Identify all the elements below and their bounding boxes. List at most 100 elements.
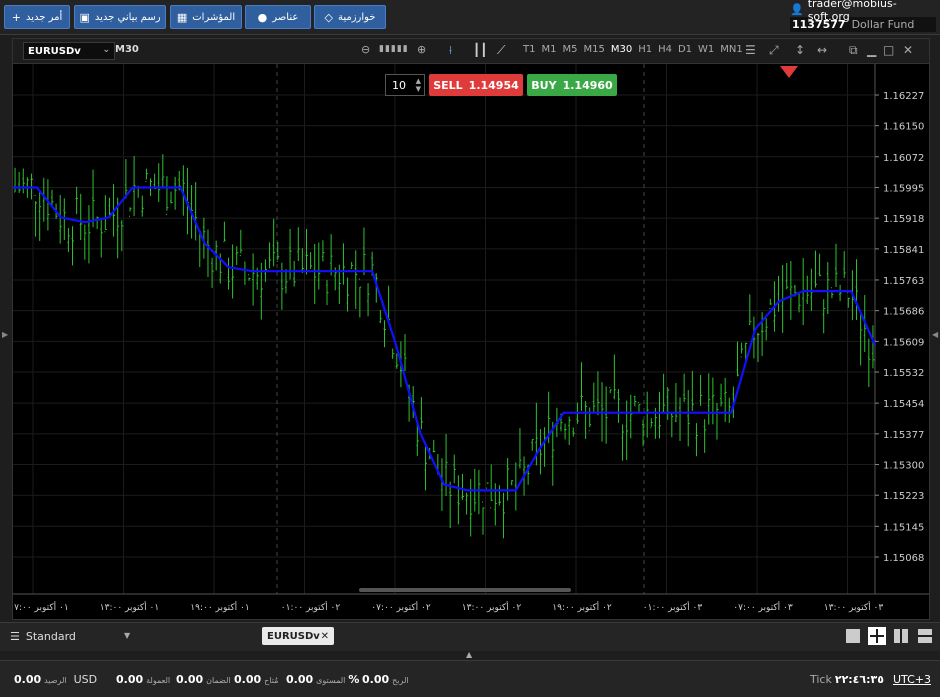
order-quantity-value: 10 — [392, 78, 406, 92]
price-tick-label: 1.15763 — [883, 276, 924, 287]
layout-single-icon[interactable] — [846, 629, 860, 643]
chart-toolbar: EURUSDv ⌄ M30 ⊖ ▮▮▮▮▮ ⊕ ⟊ ┃┃ ⟋ T1 M1 M5 … — [13, 39, 929, 64]
server-time: Tick ٢٢:٤٦:٣٥ UTC+3 — [810, 673, 931, 686]
margin-level: 0.00 المستوى % — [286, 673, 359, 686]
time-tick-label: ٠١ أكتوبر ١٩:٠٠ — [190, 601, 249, 613]
symbol-select-value: EURUSDv — [28, 45, 81, 57]
time-value: ٢٢:٤٦:٣٥ — [834, 673, 884, 686]
price-tick-label: 1.16150 — [883, 122, 924, 133]
tab-close-icon[interactable]: ✕ — [321, 631, 329, 642]
free-label: مُتاح — [264, 676, 279, 685]
line-chart-icon[interactable]: ⟋ — [497, 43, 505, 58]
layout-switcher — [846, 627, 932, 645]
sell-price: 1.14954 — [468, 78, 519, 92]
tf-mn1[interactable]: MN1 — [720, 44, 742, 55]
profit: 0.00 الربح — [362, 673, 409, 686]
chart-settings-icon[interactable]: ☰ — [745, 43, 756, 57]
minimize-icon[interactable]: ▁ — [867, 43, 876, 57]
time-tick-label: ٠٣ أكتوبر ١٣:٠٠ — [824, 601, 884, 613]
zoom-in-icon[interactable]: ⊕ — [417, 43, 426, 56]
tf-h4[interactable]: H4 — [658, 44, 672, 55]
chart-tab-eurusdv[interactable]: EURUSDv ✕ — [262, 627, 334, 645]
objects-button[interactable]: ● عناصر — [245, 5, 311, 29]
tf-w1[interactable]: W1 — [698, 44, 714, 55]
price-tick-label: 1.15300 — [883, 461, 924, 472]
tf-h1[interactable]: H1 — [638, 44, 652, 55]
account-info[interactable]: 👤 trader@mobius-soft.org 1137577 Dollar … — [790, 0, 936, 34]
timezone[interactable]: UTC+3 — [893, 673, 931, 686]
chart-icon: ▣ — [79, 10, 90, 24]
balance-currency: USD — [73, 673, 98, 686]
balance-label: الرصيد — [44, 676, 67, 685]
account-fund: Dollar Fund — [851, 18, 915, 31]
close-icon[interactable]: ✕ — [903, 43, 913, 57]
current-timeframe: M30 — [115, 44, 139, 55]
maximize-icon[interactable]: □ — [883, 43, 894, 57]
margin-label: الضمان — [206, 676, 231, 685]
new-chart-label: رسم بياني جديد — [94, 11, 161, 23]
profit-label: الربح — [392, 676, 409, 685]
template-select[interactable]: ☰ Standard — [10, 630, 76, 643]
price-tick-label: 1.16072 — [883, 153, 924, 164]
quantity-spinner-icon[interactable]: ▲ ▼ — [416, 77, 421, 93]
horizontal-scale-icon[interactable]: ↔ — [817, 43, 827, 57]
algorithm-icon: ◇ — [324, 10, 333, 24]
buy-label: BUY — [531, 78, 557, 92]
left-panel-arrow-icon[interactable]: ▶ — [2, 330, 8, 339]
zoom-slider[interactable]: ▮▮▮▮▮ — [379, 44, 409, 54]
tf-m15[interactable]: M15 — [583, 44, 604, 55]
price-chart[interactable]: 1.16227 1.16150 1.16072 1.15995 1.15918 1.158… — [13, 64, 929, 619]
balance-value: 0.00 — [14, 673, 42, 686]
new-order-button[interactable]: + أمر جديد — [4, 5, 70, 29]
time-tick-label: ٠١ أكتوبر ١٣:٠٠ — [100, 601, 159, 613]
time-tick-label: ٠٢ أكتوبر ١٣:٠٠ — [462, 601, 522, 613]
time-tick-label: ٠١ أكتوبر ٠٧:٠٠ — [13, 601, 69, 613]
candles-icon[interactable]: ┃┃ — [473, 43, 487, 57]
plus-icon: + — [11, 10, 21, 24]
algorithm-button[interactable]: ◇ خوارزمية — [314, 5, 386, 29]
balance: 0.00 الرصيد USD — [14, 673, 97, 686]
vertical-scale-icon[interactable]: ↕ — [795, 43, 805, 57]
buy-price: 1.14960 — [562, 78, 613, 92]
sell-label: SELL — [433, 78, 463, 92]
chart-tab-label: EURUSDv — [267, 630, 320, 642]
chart-tab-bar: ☰ Standard ▼ EURUSDv ✕ — [0, 622, 940, 651]
objects-label: عناصر — [272, 11, 299, 23]
symbol-select[interactable]: EURUSDv ⌄ — [23, 42, 115, 60]
tf-m30[interactable]: M30 — [611, 44, 632, 55]
new-order-label: أمر جديد — [25, 11, 63, 23]
time-tick-label: ٠٢ أكتوبر ١٩:٠٠ — [552, 601, 612, 613]
indicator-line — [13, 186, 877, 492]
status-bar: 0.00 الرصيد USD 0.00 العمولة 0.00 الضمان… — [0, 660, 940, 697]
collapse-panel-icon[interactable]: ▲ — [466, 650, 472, 659]
order-quantity-input[interactable]: 10 ▲ ▼ — [385, 74, 425, 96]
price-tick-label: 1.15532 — [883, 368, 924, 379]
zoom-out-icon[interactable]: ⊖ — [361, 43, 370, 56]
chevron-down-icon: ⌄ — [102, 45, 110, 55]
objects-icon: ● — [257, 10, 268, 24]
tf-t1[interactable]: T1 — [523, 44, 535, 55]
layout-rows-icon[interactable] — [918, 629, 932, 643]
time-tick-label: ٠٣ أكتوبر ٠٧:٠٠ — [733, 601, 793, 613]
layout-columns-icon[interactable] — [894, 629, 908, 643]
detach-icon[interactable]: ⧉ — [849, 43, 858, 58]
tf-m5[interactable]: M5 — [562, 44, 577, 55]
margin-value: 0.00 — [176, 673, 204, 686]
price-tick-label: 1.15995 — [883, 183, 924, 194]
price-tick-label: 1.16227 — [883, 91, 924, 102]
sell-button[interactable]: SELL 1.14954 — [429, 74, 523, 96]
buy-button[interactable]: BUY 1.14960 — [527, 74, 617, 96]
price-tick-label: 1.15609 — [883, 337, 924, 348]
template-chevron-down-icon[interactable]: ▼ — [124, 631, 130, 640]
indicators-button[interactable]: ▦ المؤشرات — [170, 5, 242, 29]
layout-grid-icon[interactable] — [868, 627, 886, 645]
current-bar-marker-icon — [780, 66, 798, 78]
autoscale-icon[interactable]: ⤢ — [769, 43, 779, 58]
price-tick-label: 1.15068 — [883, 553, 924, 564]
tf-m1[interactable]: M1 — [541, 44, 556, 55]
tf-d1[interactable]: D1 — [678, 44, 692, 55]
new-chart-button[interactable]: ▣ رسم بياني جديد — [74, 5, 166, 29]
right-panel-arrow-icon[interactable]: ◀ — [932, 330, 938, 339]
crosshair-icon[interactable]: ⟊ — [449, 43, 452, 58]
horizontal-scrollbar[interactable] — [359, 588, 571, 592]
